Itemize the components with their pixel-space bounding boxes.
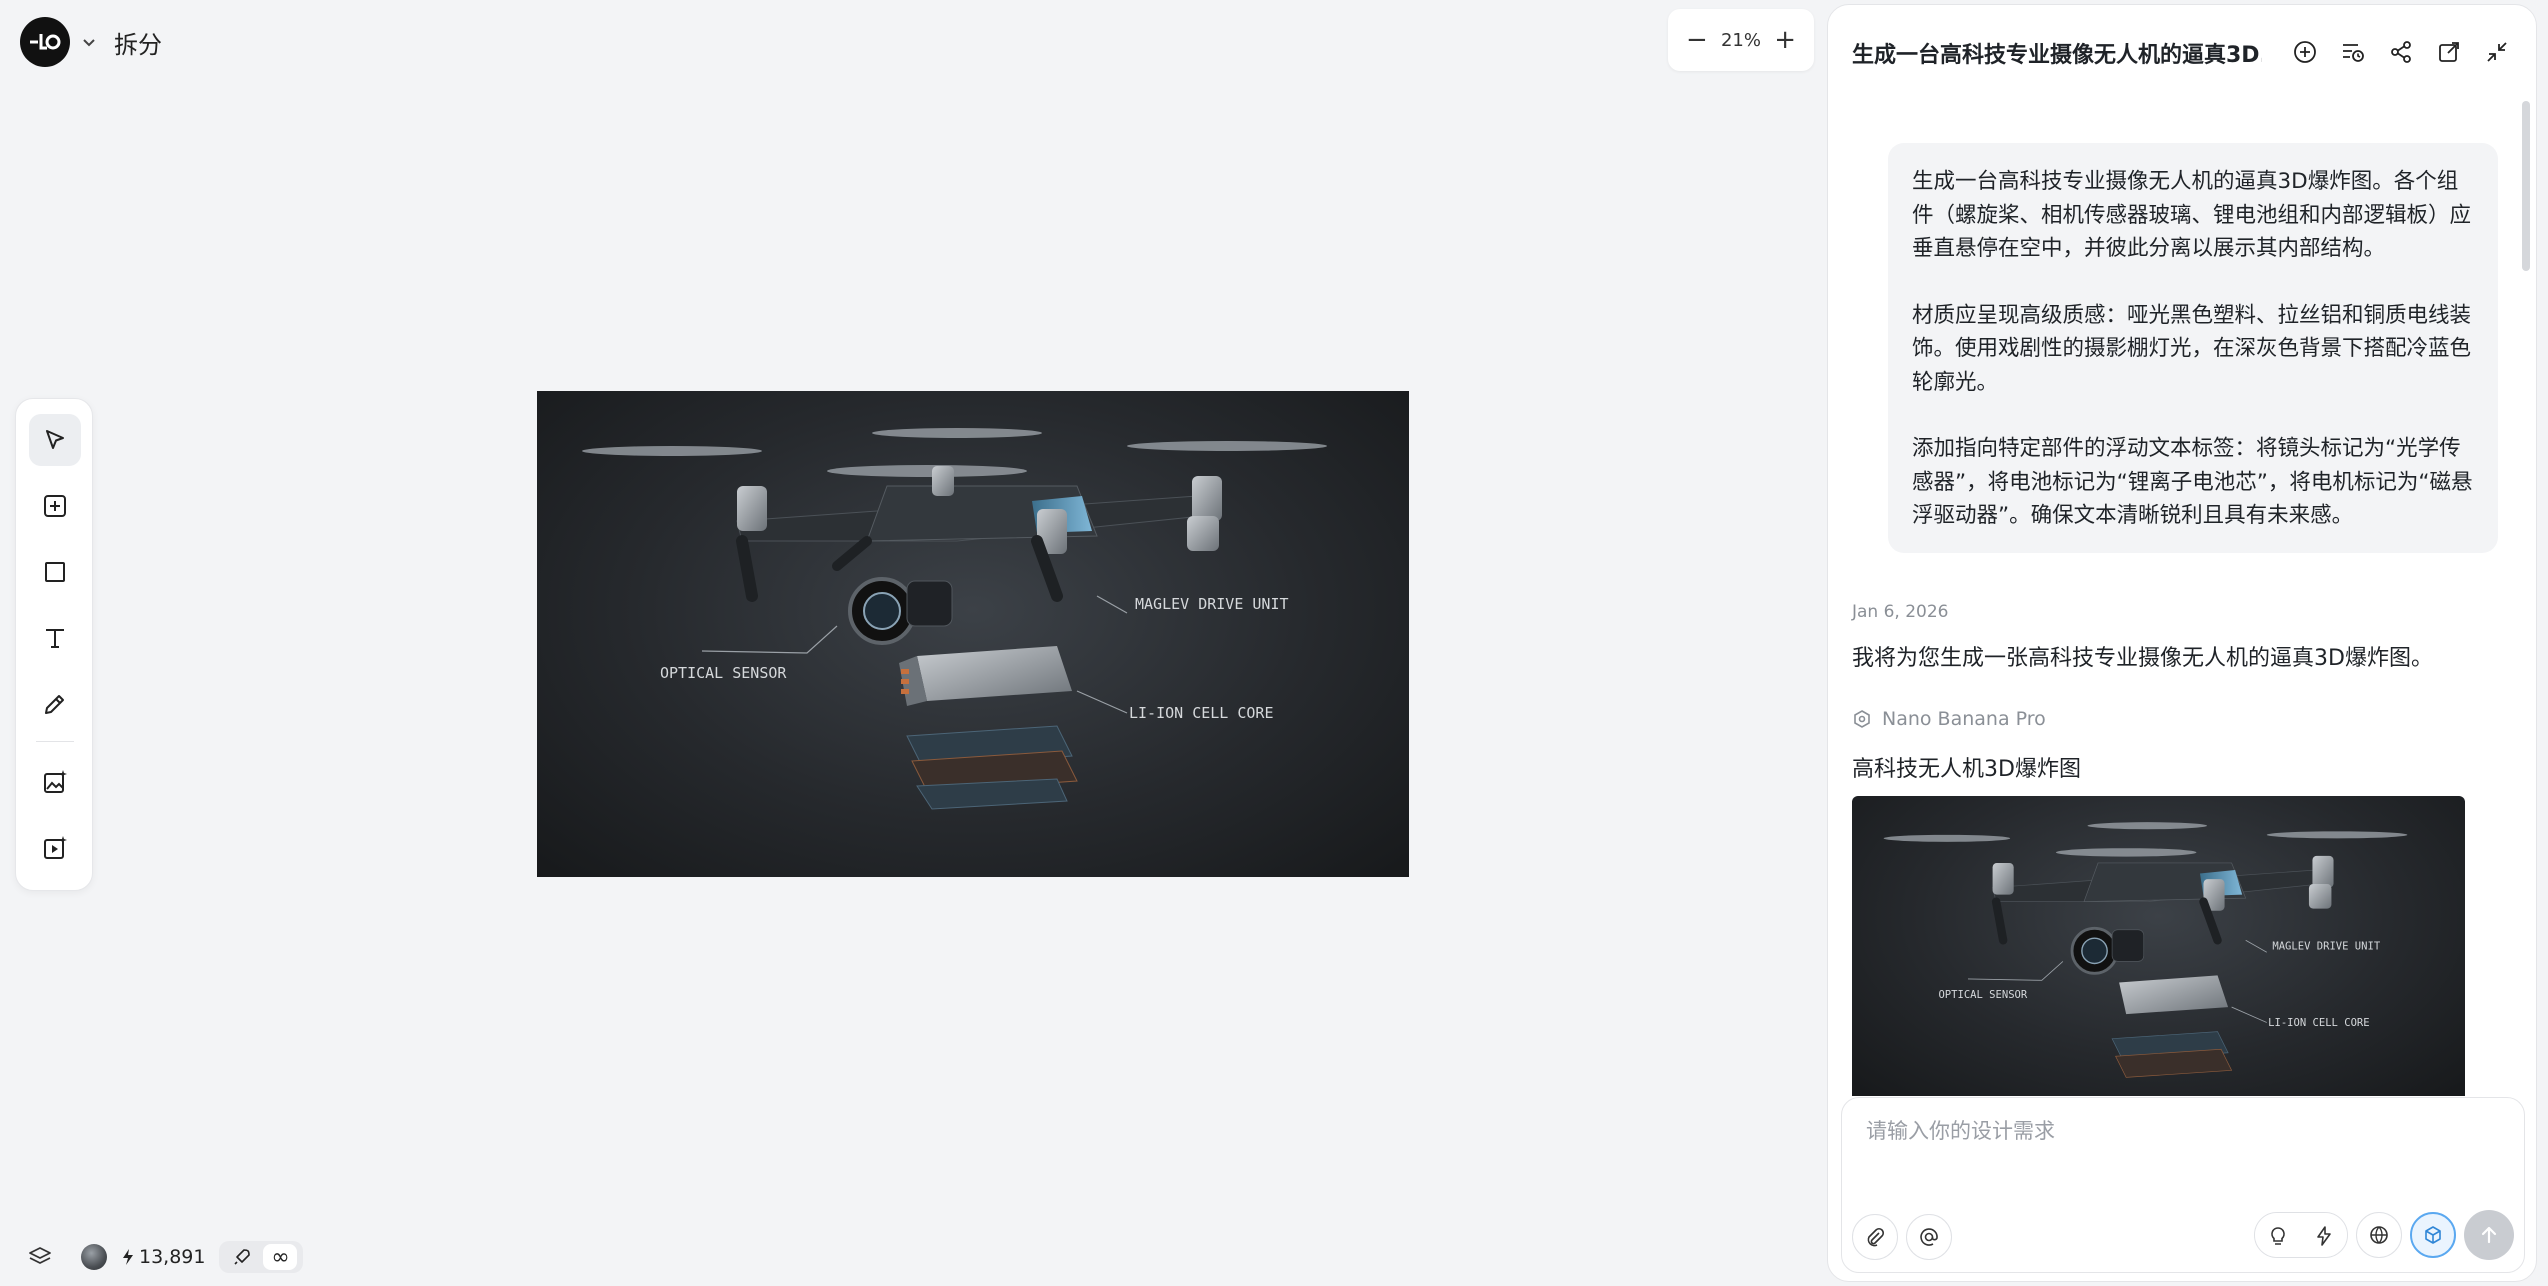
export-button[interactable]	[2434, 37, 2464, 67]
model-tag: Nano Banana Pro	[1852, 708, 2046, 730]
fast-mode-button[interactable]	[2301, 1213, 2347, 1257]
pen-tool[interactable]	[29, 678, 81, 730]
thumb-maglev-label: MAGLEV DRIVE UNIT	[2272, 940, 2380, 952]
chat-panel: 生成一台高科技专业摄像无人机的逼真3D... 生成一台高科技专业摄像无人机的逼真…	[1827, 4, 2537, 1282]
add-square-icon	[44, 495, 66, 517]
prompt-paragraph: 材质应呈现高级质感：哑光黑色塑料、拉丝铝和铜质电线装饰。使用戏剧性的摄影棚灯光，…	[1912, 302, 2472, 395]
composer-right-actions	[2254, 1210, 2514, 1260]
image-sparkle-icon	[44, 770, 67, 793]
plus-circle-icon	[2294, 41, 2316, 63]
model-icon	[1854, 710, 1870, 728]
rocket-icon	[234, 1249, 251, 1265]
composer-left-actions	[1852, 1214, 1952, 1260]
drone-thumbnail-illustration: OPTICAL SENSOR MAGLEV DRIVE UNIT LI-ION …	[1883, 822, 2408, 1078]
tool-divider	[36, 741, 74, 742]
infinite-mode-button[interactable]: ∞	[263, 1244, 298, 1270]
conversation-title: 生成一台高科技专业摄像无人机的逼真3D...	[1852, 43, 2262, 68]
video-generate-tool[interactable]	[29, 822, 81, 874]
user-prompt-message: 生成一台高科技专业摄像无人机的逼真3D爆炸图。各个组件（螺旋桨、相机传感器玻璃、…	[1888, 143, 2498, 553]
lightning-icon	[2317, 1226, 2331, 1246]
panel-header: 生成一台高科技专业摄像无人机的逼真3D...	[1852, 31, 2512, 75]
layers-icon[interactable]	[27, 1244, 53, 1270]
model-name: Nano Banana Pro	[1882, 708, 2046, 730]
logo-icon	[30, 34, 61, 50]
image-generate-tool[interactable]	[29, 756, 81, 808]
header-actions	[2290, 37, 2512, 67]
project-name[interactable]: 拆分	[114, 25, 162, 60]
avatar[interactable]	[81, 1244, 107, 1270]
lightbulb-icon	[2271, 1227, 2285, 1245]
zoom-level[interactable]: 21%	[1721, 30, 1761, 51]
history-icon	[2343, 44, 2364, 62]
prompt-paragraph: 生成一台高科技专业摄像无人机的逼真3D爆炸图。各个组件（螺旋桨、相机传感器玻璃、…	[1912, 169, 2472, 261]
launch-mode-button[interactable]	[225, 1244, 259, 1270]
new-chat-button[interactable]	[2290, 37, 2320, 67]
pencil-icon	[45, 695, 64, 714]
idea-mode-button[interactable]	[2255, 1213, 2301, 1257]
arrow-up-icon	[2481, 1226, 2497, 1244]
globe-icon	[2370, 1226, 2388, 1244]
canvas-generated-image[interactable]: OPTICAL SENSOR MAGLEV DRIVE UNIT LI-ION …	[537, 391, 1409, 877]
share-icon	[2391, 41, 2411, 63]
collapse-icon	[2487, 42, 2507, 62]
design-request-input[interactable]	[1864, 1118, 2468, 1144]
attach-button[interactable]	[1852, 1214, 1898, 1260]
credits-count: 13,891	[139, 1246, 206, 1268]
result-title: 高科技无人机3D爆炸图	[1852, 757, 2081, 782]
optical-sensor-label: OPTICAL SENSOR	[660, 664, 787, 682]
cursor-icon	[46, 430, 64, 449]
scrollbar[interactable]	[2522, 101, 2530, 271]
message-date: Jan 6, 2026	[1852, 602, 1949, 622]
text-icon	[46, 629, 64, 648]
select-tool[interactable]	[29, 414, 81, 466]
li-ion-cell-label: LI-ION CELL CORE	[1129, 704, 1274, 722]
at-sign-icon	[1920, 1228, 1938, 1246]
video-sparkle-icon	[44, 836, 67, 859]
send-button[interactable]	[2464, 1210, 2514, 1260]
app-logo[interactable]	[20, 17, 70, 67]
credits-balance[interactable]: 13,891	[121, 1246, 205, 1268]
mode-segment	[2254, 1212, 2348, 1258]
add-frame-tool[interactable]	[29, 480, 81, 532]
prompt-paragraph: 添加指向特定部件的浮动文本标签：将镜头标记为“光学传感器”，将电池标记为“锂离子…	[1912, 436, 2473, 528]
maglev-drive-label: MAGLEV DRIVE UNIT	[1135, 595, 1289, 613]
rectangle-icon	[45, 562, 65, 582]
text-tool[interactable]	[29, 612, 81, 664]
export-icon	[2439, 42, 2459, 62]
collapse-panel-button[interactable]	[2482, 37, 2512, 67]
mention-button[interactable]	[1906, 1214, 1952, 1260]
thumb-cell-label: LI-ION CELL CORE	[2268, 1017, 2369, 1029]
3d-mode-button[interactable]	[2410, 1212, 2456, 1258]
message-composer	[1841, 1097, 2525, 1273]
lightning-icon	[123, 1249, 133, 1265]
zoom-in-button[interactable]: +	[1774, 27, 1796, 53]
web-search-button[interactable]	[2356, 1212, 2402, 1258]
drone-exploded-illustration: OPTICAL SENSOR MAGLEV DRIVE UNIT LI-ION …	[582, 428, 1327, 810]
assistant-reply: 我将为您生成一张高科技专业摄像无人机的逼真3D爆炸图。	[1852, 646, 2433, 671]
share-button[interactable]	[2386, 37, 2416, 67]
thumb-optical-label: OPTICAL SENSOR	[1938, 989, 2027, 1001]
tool-rail	[15, 398, 93, 891]
paperclip-icon	[1867, 1227, 1885, 1247]
rectangle-tool[interactable]	[29, 546, 81, 598]
zoom-out-button[interactable]: −	[1686, 27, 1708, 53]
history-button[interactable]	[2338, 37, 2368, 67]
status-bar: 13,891 ∞	[27, 1241, 304, 1273]
chevron-down-icon[interactable]	[80, 33, 98, 51]
mode-toggle: ∞	[219, 1241, 304, 1273]
brand: 拆分	[20, 17, 162, 67]
zoom-control: − 21% +	[1668, 9, 1814, 71]
cube-icon	[2425, 1226, 2441, 1244]
result-thumbnail[interactable]: OPTICAL SENSOR MAGLEV DRIVE UNIT LI-ION …	[1852, 796, 2465, 1096]
